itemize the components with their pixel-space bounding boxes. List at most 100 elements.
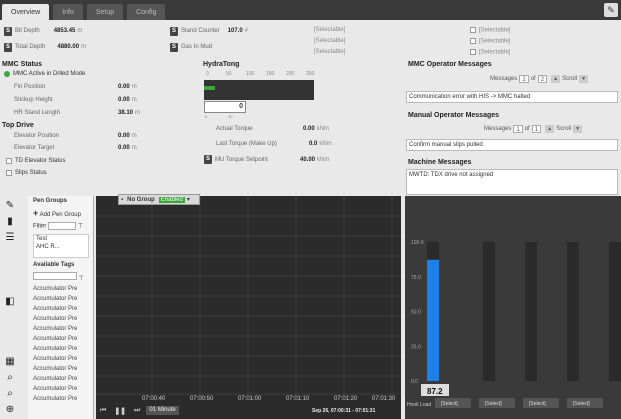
time-range-select[interactable]: 01 Minute — [146, 406, 179, 415]
hydratong-fill — [204, 86, 215, 90]
selectable-3[interactable]: [Selectable] — [314, 49, 345, 55]
mmc-active-row: MMC Active in Drlled Mode — [4, 71, 85, 77]
pause-icon[interactable]: ❚❚ — [114, 407, 126, 415]
tag-item[interactable]: Accumulator Pre — [33, 386, 77, 392]
time-tick: 07:01:20 — [334, 396, 358, 402]
selectable-check-1-label: [Selectable] — [479, 27, 511, 34]
select-label: [Select] — [485, 401, 502, 407]
pen-group-selector[interactable]: ▪ No Group Enabled ▾ — [118, 194, 200, 205]
time-tick: 07:01:10 — [286, 396, 310, 402]
zoom-icon[interactable]: ⊕ — [4, 404, 16, 416]
tag-item[interactable]: Accumulator Pre — [33, 366, 77, 372]
total-depth-value: 4880.00 — [57, 44, 80, 50]
stickup-unit: m — [131, 97, 137, 103]
group-status-badge: Enabled — [158, 196, 185, 203]
select-mu-setpoint-button[interactable]: S — [204, 155, 212, 164]
wrench-icon[interactable]: ✎ — [604, 3, 618, 17]
edit-icon[interactable]: ☰ — [4, 232, 16, 244]
messages-label: Messages — [484, 126, 512, 132]
select-gas-in-mud-button[interactable]: S — [170, 42, 178, 52]
selectable-check-1[interactable]: [Selectable] — [470, 27, 510, 34]
scroll-down-button[interactable]: ▼ — [579, 75, 589, 83]
tag-item[interactable]: Accumulator Pre — [33, 356, 77, 362]
elevator-position-value: 0.00 — [118, 133, 130, 139]
mu-setpoint-label: MU Torque Setpoint — [215, 156, 268, 163]
selectable-2[interactable]: [Selectable] — [314, 38, 345, 44]
gas-in-mud-label: Gas In Mud — [181, 44, 213, 50]
calendar-icon[interactable]: ▦ — [4, 356, 16, 368]
scroll-label: Scroll — [556, 126, 572, 132]
tag-item[interactable]: Accumulator Pre — [33, 376, 77, 382]
tag-item[interactable]: Accumulator Pre — [33, 296, 77, 302]
bar-icon[interactable]: ▮ — [4, 216, 16, 228]
scroll-down-button[interactable]: ▼ — [573, 125, 583, 133]
tab-overview[interactable]: Overview — [2, 4, 50, 20]
scale-tick: 150 — [266, 71, 275, 77]
add-pen-group-button[interactable]: + Add Pen Group — [33, 208, 81, 218]
pen-group-item[interactable]: AHC R... — [34, 243, 88, 251]
messages-label: Messages — [490, 76, 518, 82]
filter-input[interactable] — [48, 222, 77, 230]
export-icon[interactable]: ◧ — [4, 296, 16, 308]
stickup-row: Stickup Height 0.00 m — [14, 97, 137, 103]
hydratong-title: HydraTong — [203, 61, 240, 68]
selectable-1[interactable]: [Selectable] — [314, 27, 345, 33]
message-index-input[interactable]: 1 — [513, 125, 523, 133]
bar-axis-tick: 25.0 — [411, 344, 421, 350]
mu-setpoint-value: 40.00 — [300, 156, 316, 163]
select-bit-depth-button[interactable]: S — [4, 26, 12, 36]
selectable-check-3[interactable]: [Selectable] — [470, 49, 510, 56]
dropdown-icon[interactable]: ▾ — [187, 196, 190, 203]
tag-item[interactable]: Accumulator Pre — [33, 346, 77, 352]
tab-config[interactable]: Config — [127, 4, 166, 20]
td-elevator-checkbox[interactable] — [6, 158, 12, 164]
machine-message-box: MWTD: TDX drive not assigned — [406, 169, 618, 195]
zoom-in-icon[interactable]: ⌕ — [4, 372, 16, 384]
tag-item[interactable]: Accumulator Pre — [33, 326, 77, 332]
tag-item[interactable]: Accumulator Pre — [33, 316, 77, 322]
tab-setup[interactable]: Setup — [86, 4, 124, 20]
filter-icon[interactable]: ⊤ — [79, 276, 84, 282]
scale-tick: 50 — [226, 71, 232, 77]
playback-controls: ⏮ ❚❚ ⏭ 01 Minute — [100, 406, 179, 415]
message-total: 2 — [537, 75, 548, 83]
message-index-input[interactable]: 2 — [519, 75, 529, 83]
tab-info[interactable]: Info — [53, 4, 83, 20]
selectable-check-2[interactable]: [Selectable] — [470, 38, 510, 45]
filter-label: Filter — [33, 223, 47, 230]
slips-checkbox[interactable] — [6, 170, 12, 176]
trend-chart[interactable]: 07:00:40 07:00:50 07:01:00 07:01:10 07:0… — [96, 196, 401, 419]
pen-group-item[interactable]: Test — [34, 235, 88, 243]
zoom-out-icon[interactable]: ⌕ — [4, 388, 16, 400]
select-stand-counter-button[interactable]: S — [170, 26, 178, 36]
checkbox[interactable] — [470, 49, 476, 55]
tag-item[interactable]: Accumulator Pre — [33, 286, 77, 292]
td-elevator-status-row: TD Elevator Status — [6, 158, 65, 164]
machine-message-text: MWTD: TDX drive not assigned — [409, 172, 494, 178]
bar-track — [567, 242, 579, 381]
scroll-up-button[interactable]: ▲ — [545, 125, 555, 133]
status-led-icon — [4, 71, 10, 77]
plus-icon: + — [33, 208, 39, 218]
select-total-depth-button[interactable]: S — [4, 42, 12, 52]
slips-status-row: Slips Status — [6, 170, 47, 176]
actual-torque-label: Actual Torque — [216, 126, 253, 132]
filter-icon[interactable]: ⊤ — [78, 224, 83, 230]
tag-filter-input[interactable] — [33, 272, 77, 280]
bar-track — [609, 242, 621, 381]
checkbox[interactable] — [470, 27, 476, 33]
manual-message-box: Confirm manual slips pulled — [406, 139, 618, 151]
select-label: [Select] — [441, 401, 458, 407]
checkbox[interactable] — [470, 38, 476, 44]
tag-item[interactable]: Accumulator Pre — [33, 396, 77, 402]
skip-back-icon[interactable]: ⏮ — [100, 407, 106, 415]
collapse-icon[interactable]: ▪ — [121, 197, 123, 203]
tag-item[interactable]: Accumulator Pre — [33, 336, 77, 342]
hydratong-bar — [204, 80, 314, 100]
pen-icon[interactable]: ✎ — [4, 200, 16, 212]
scroll-up-button[interactable]: ▲ — [551, 75, 561, 83]
skip-forward-icon[interactable]: ⏭ — [134, 407, 140, 415]
tag-item[interactable]: Accumulator Pre — [33, 306, 77, 312]
selectable-check-3-label: [Selectable] — [479, 49, 511, 56]
gas-in-mud-row: S Gas In Mud — [170, 40, 212, 54]
